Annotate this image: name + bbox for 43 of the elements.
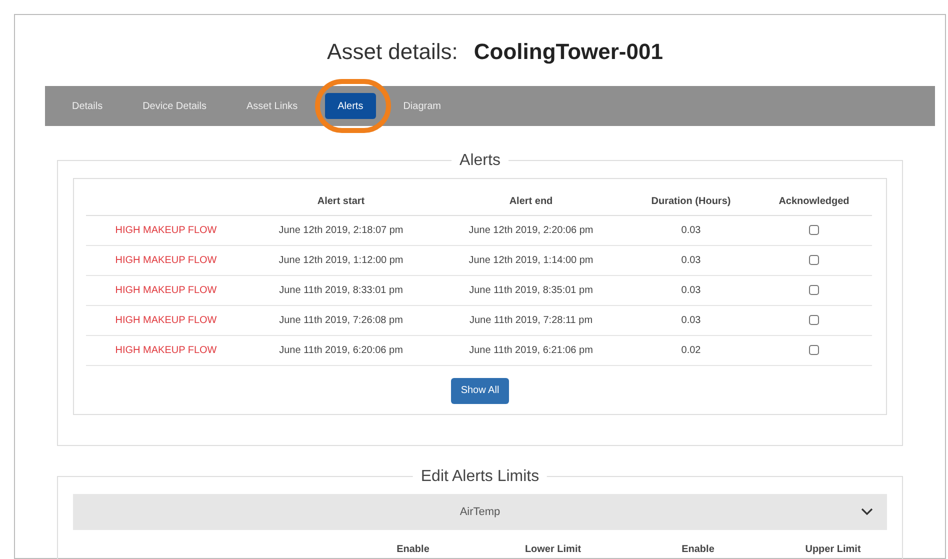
checkbox[interactable] xyxy=(809,284,819,295)
column-header: Lower Limit xyxy=(524,544,582,555)
table-cell: 0.03 xyxy=(626,305,756,335)
checkbox[interactable] xyxy=(809,254,819,265)
checkbox[interactable] xyxy=(809,224,819,235)
table-cell: June 12th 2019, 1:14:00 pm xyxy=(436,245,626,275)
table-cell: HIGH MAKEUP FLOW xyxy=(86,305,246,335)
tab[interactable]: Diagram xyxy=(390,93,454,120)
column-header: Enable xyxy=(396,544,430,555)
table-cell: June 11th 2019, 8:33:01 pm xyxy=(246,275,436,305)
table-cell: 0.03 xyxy=(626,215,756,245)
table-cell: 0.02 xyxy=(626,335,756,365)
table-cell: June 11th 2019, 7:26:08 pm xyxy=(246,305,436,335)
column-header: Alert start xyxy=(246,189,436,215)
table-cell: HIGH MAKEUP FLOW xyxy=(86,245,246,275)
page-title: Asset details: xyxy=(327,38,458,66)
checkbox[interactable] xyxy=(809,314,819,325)
show-all-button[interactable]: Show All xyxy=(450,378,510,404)
column-header: Duration (Hours) xyxy=(626,189,756,215)
asset-name: CoolingTower-001 xyxy=(474,38,663,66)
table-cell: HIGH MAKEUP FLOW xyxy=(86,335,246,365)
table-cell: 0.03 xyxy=(626,275,756,305)
table-cell: HIGH MAKEUP FLOW xyxy=(86,215,246,245)
table-cell: June 12th 2019, 2:18:07 pm xyxy=(246,215,436,245)
table-cell: June 11th 2019, 8:35:01 pm xyxy=(436,275,626,305)
tab[interactable]: Device Details xyxy=(130,93,220,120)
tab[interactable]: Asset Links xyxy=(234,93,311,120)
column-header: Upper Limit xyxy=(805,544,861,555)
table-cell: HIGH MAKEUP FLOW xyxy=(86,275,246,305)
checkbox[interactable] xyxy=(809,344,819,355)
tab[interactable]: Alerts xyxy=(324,93,376,120)
column-header: Enable xyxy=(682,544,714,555)
tab[interactable]: Details xyxy=(59,93,116,120)
table-cell: June 11th 2019, 6:21:06 pm xyxy=(436,335,626,365)
chevron-icon xyxy=(861,508,873,516)
table-cell: 0.03 xyxy=(626,245,756,275)
table-cell: June 12th 2019, 1:12:00 pm xyxy=(246,245,436,275)
table-cell: June 11th 2019, 6:20:06 pm xyxy=(246,335,436,365)
accordion-header[interactable]: AirTemp xyxy=(73,494,887,530)
column-header: Acknowledged xyxy=(756,189,872,215)
column-header: Alert end xyxy=(436,189,626,215)
table-cell: June 12th 2019, 2:20:06 pm xyxy=(436,215,626,245)
table-cell: June 11th 2019, 7:28:11 pm xyxy=(436,305,626,335)
